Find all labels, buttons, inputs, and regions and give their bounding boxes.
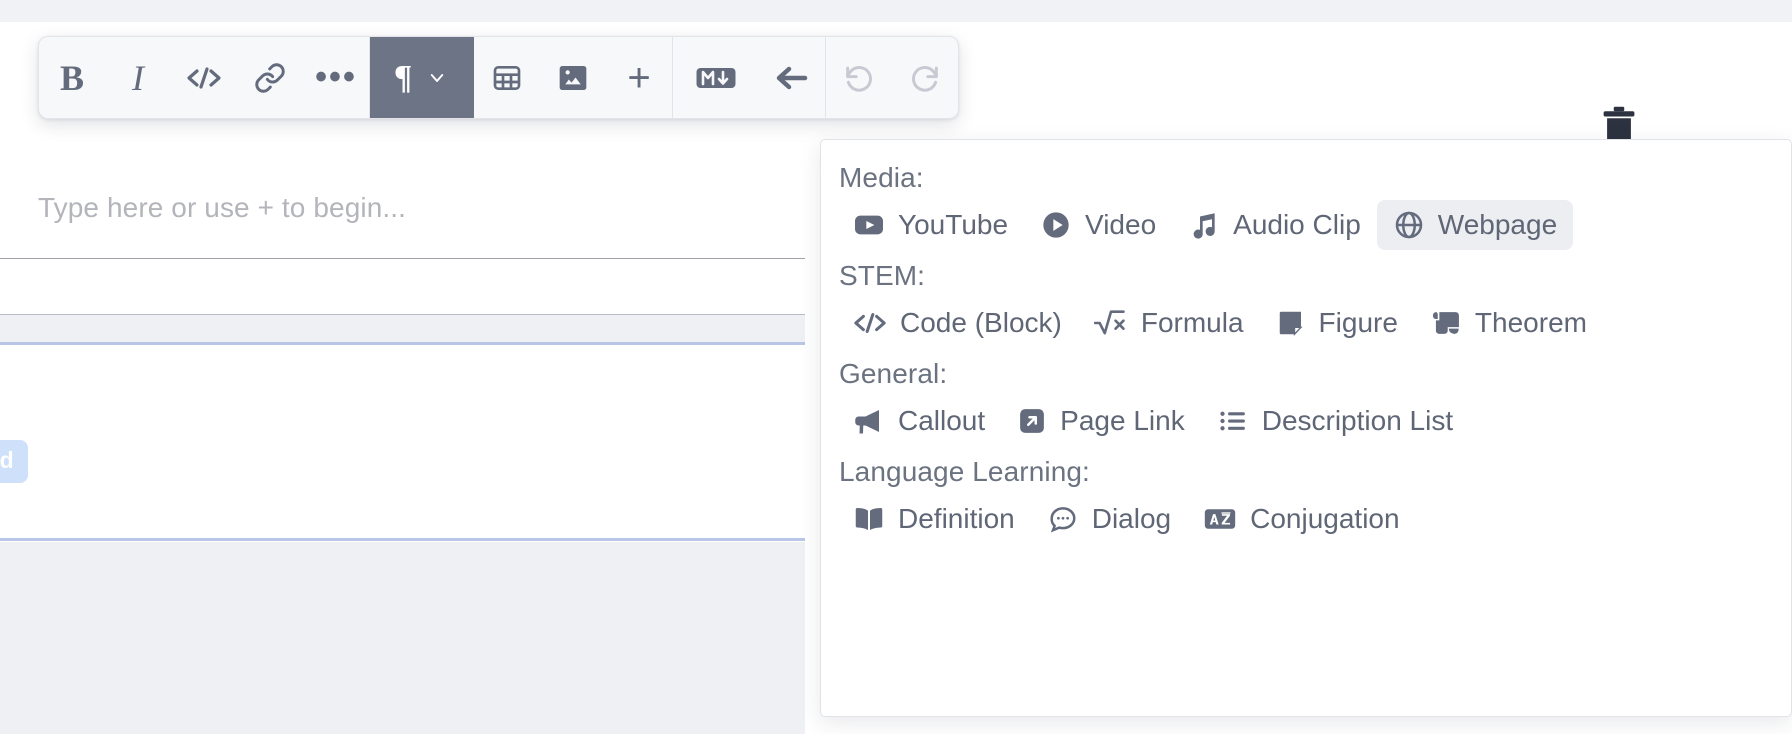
insert-item-label: Webpage [1437, 209, 1558, 240]
popup-section-language-learning: Language Learning: Definition Dialog Con… [837, 456, 1767, 544]
insert-item-label: Definition [898, 503, 1015, 534]
insert-item-conjugation[interactable]: Conjugation [1187, 494, 1415, 544]
scroll-icon [1430, 308, 1462, 338]
insert-item-description-list[interactable]: Description List [1201, 396, 1469, 446]
markdown-button[interactable] [673, 37, 759, 118]
toolbar-group-block: ¶ + [370, 37, 672, 118]
arrow-left-icon [774, 63, 810, 93]
image-button[interactable] [540, 37, 606, 118]
paragraph-style-button[interactable]: ¶ [370, 37, 474, 118]
insert-item-definition[interactable]: Definition [837, 494, 1031, 544]
insert-item-label: Formula [1140, 307, 1244, 338]
popup-section-media: Media: YouTube Video Audio Clip Webpage [837, 162, 1767, 250]
external-link-icon [1017, 406, 1047, 436]
insert-block-popup[interactable]: Media: YouTube Video Audio Clip Webpage … [820, 139, 1792, 717]
book-icon [853, 504, 885, 534]
section-items-media: YouTube Video Audio Clip Webpage [837, 200, 1767, 250]
insert-item-label: Callout [898, 405, 986, 436]
chevron-down-icon [424, 69, 450, 87]
editor-divider-2 [0, 314, 805, 315]
insert-item-label: YouTube [898, 209, 1009, 240]
insert-item-video[interactable]: Video [1024, 200, 1172, 250]
note-icon [1276, 308, 1306, 338]
plus-icon: + [627, 55, 651, 100]
editor-divider-1 [0, 258, 805, 259]
section-items-general: Callout Page Link Description List [837, 396, 1767, 446]
section-label-general: General: [839, 358, 948, 389]
code-icon [186, 64, 222, 92]
section-label-media: Media: [839, 162, 924, 193]
markdown-icon [695, 64, 737, 92]
insert-item-code-block[interactable]: Code (Block) [837, 298, 1078, 348]
list-icon [1217, 406, 1249, 436]
image-icon [557, 62, 589, 94]
insert-item-label: Code (Block) [900, 307, 1062, 338]
formatting-toolbar[interactable]: B I ••• ¶ + [38, 36, 959, 119]
video-play-icon [1040, 209, 1072, 241]
insert-item-figure[interactable]: Figure [1260, 298, 1414, 348]
section-label-stem: STEM: [839, 260, 926, 291]
insert-item-youtube[interactable]: YouTube [837, 200, 1024, 250]
link-icon [254, 62, 286, 94]
table-icon [491, 62, 523, 94]
undo-icon [842, 61, 876, 95]
more-options-button[interactable]: ••• [303, 37, 369, 118]
toolbar-group-markdown [673, 37, 825, 118]
speech-bubble-icon [1047, 504, 1079, 534]
globe-icon [1393, 209, 1425, 241]
insert-item-label: Description List [1261, 405, 1454, 436]
section-items-stem: Code (Block) Formula Figure Theorem [837, 298, 1767, 348]
insert-item-label: Video [1085, 209, 1157, 240]
megaphone-icon [853, 406, 885, 436]
insert-item-label: Page Link [1060, 405, 1185, 436]
bold-icon: B [59, 57, 84, 98]
paragraph-icon: ¶ [393, 58, 413, 96]
insert-item-label: Conjugation [1250, 503, 1400, 534]
toolbar-group-inline: B I ••• [39, 37, 369, 118]
editor-block-card [0, 345, 805, 538]
popup-section-general: General: Callout Page Link Description L… [837, 358, 1767, 446]
sqrt-icon [1093, 308, 1128, 338]
insert-block-button[interactable]: + [606, 37, 672, 118]
italic-button[interactable]: I [105, 37, 171, 118]
redo-button[interactable] [892, 37, 958, 118]
code-icon [853, 309, 887, 337]
section-label-language-learning: Language Learning: [839, 456, 1090, 487]
bold-button[interactable]: B [39, 37, 105, 118]
undo-button[interactable] [826, 37, 892, 118]
insert-item-dialog[interactable]: Dialog [1031, 494, 1187, 544]
translate-icon [1203, 504, 1237, 534]
editor-band-grey [0, 315, 805, 342]
back-button[interactable] [759, 37, 825, 118]
ellipsis-icon: ••• [315, 58, 357, 97]
window-top-strip [0, 0, 1792, 22]
insert-item-formula[interactable]: Formula [1078, 298, 1260, 348]
toolbar-group-history [826, 37, 958, 118]
editor-block-bottom-border [0, 538, 805, 541]
insert-item-callout[interactable]: Callout [837, 396, 1001, 446]
insert-item-label: Theorem [1474, 307, 1587, 338]
popup-section-stem: STEM: Code (Block) Formula Figure Theore… [837, 260, 1767, 348]
insert-item-label: Dialog [1091, 503, 1172, 534]
insert-item-label: Figure [1318, 307, 1398, 338]
editor-placeholder: Type here or use + to begin... [38, 192, 407, 223]
status-badge: led [0, 440, 28, 483]
inline-code-button[interactable] [171, 37, 237, 118]
insert-item-theorem[interactable]: Theorem [1414, 298, 1603, 348]
insert-item-webpage[interactable]: Webpage [1376, 200, 1574, 250]
section-items-language-learning: Definition Dialog Conjugation [837, 494, 1767, 544]
italic-icon: I [132, 57, 144, 98]
link-button[interactable] [237, 37, 303, 118]
youtube-icon [853, 209, 885, 241]
insert-item-page-link[interactable]: Page Link [1001, 396, 1201, 446]
editor-band-grey-lower [0, 542, 805, 734]
music-note-icon [1188, 209, 1220, 241]
insert-item-audio-clip[interactable]: Audio Clip [1172, 200, 1377, 250]
redo-icon [908, 61, 942, 95]
insert-item-label: Audio Clip [1233, 209, 1361, 240]
table-button[interactable] [474, 37, 540, 118]
